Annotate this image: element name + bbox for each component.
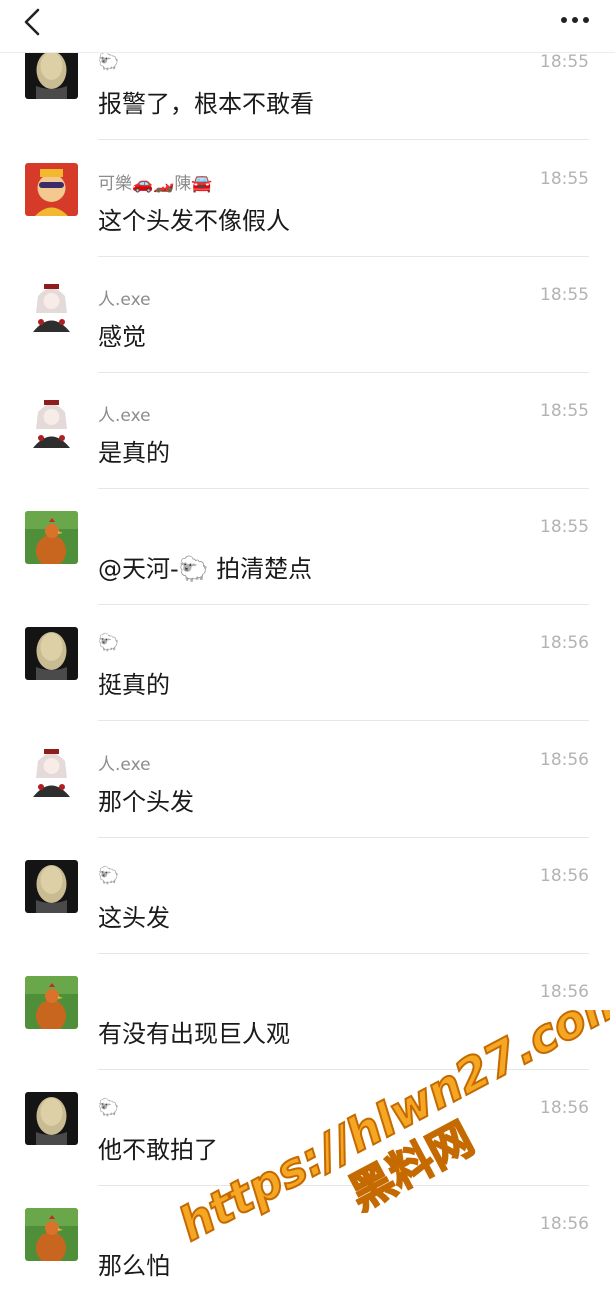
message-time: 18:55 (540, 285, 589, 305)
top-bar (0, 0, 615, 53)
wig-avatar[interactable] (25, 46, 78, 99)
message-time: 18:55 (540, 169, 589, 189)
message-text[interactable]: 那个头发 (98, 782, 194, 817)
message-time: 18:56 (540, 982, 589, 1002)
back-button[interactable] (14, 4, 50, 40)
anime-girl-avatar[interactable] (25, 279, 78, 332)
sender-name: 可樂🚗🏎️陳🚘 (98, 174, 213, 194)
message-text[interactable]: 这头发 (98, 898, 170, 933)
message-text[interactable]: 挺真的 (98, 665, 170, 700)
sender-name: 🐑 (98, 52, 120, 72)
message-row[interactable]: 18:56 那么怕 (0, 1186, 615, 1302)
sender-name: 人.exe (98, 290, 151, 310)
sender-name: 🐑 (98, 866, 120, 886)
message-time: 18:56 (540, 1214, 589, 1234)
wig-avatar[interactable] (25, 627, 78, 680)
chicken-avatar[interactable] (25, 976, 78, 1029)
message-row[interactable]: 🐑 18:56 这头发 (0, 838, 615, 954)
message-text[interactable]: 有没有出现巨人观 (98, 1014, 290, 1049)
message-text[interactable]: 是真的 (98, 433, 170, 468)
divider (98, 139, 589, 140)
message-row[interactable]: 人.exe 18:55 是真的 (0, 373, 615, 489)
message-list: 🐑 18:55 报警了，根本不敢看 可樂🚗🏎️陳🚘 18:55 这个头发不像假人… (0, 0, 615, 1280)
sender-name: 人.exe (98, 406, 151, 426)
anime-girl-avatar[interactable] (25, 395, 78, 448)
message-row[interactable]: 人.exe 18:56 那个头发 (0, 722, 615, 838)
message-time: 18:55 (540, 517, 589, 537)
message-row[interactable]: 🐑 18:56 他不敢拍了 (0, 1070, 615, 1186)
message-time: 18:56 (540, 866, 589, 886)
message-row[interactable]: 18:55 @天河-🐑 拍清楚点 (0, 489, 615, 605)
message-text[interactable]: 报警了，根本不敢看 (98, 84, 314, 119)
more-options-button[interactable] (557, 6, 593, 34)
message-text[interactable]: 这个头发不像假人 (98, 201, 290, 236)
message-text[interactable]: @天河-🐑 拍清楚点 (98, 549, 312, 584)
cartoon-red-avatar[interactable] (25, 163, 78, 216)
message-time: 18:56 (540, 633, 589, 653)
message-time: 18:56 (540, 1098, 589, 1118)
sender-name: 🐑 (98, 633, 120, 653)
sender-name: 人.exe (98, 755, 151, 775)
wig-avatar[interactable] (25, 860, 78, 913)
divider (98, 720, 589, 721)
message-text[interactable]: 那么怕 (98, 1246, 170, 1281)
chicken-avatar[interactable] (25, 1208, 78, 1261)
message-row[interactable]: 可樂🚗🏎️陳🚘 18:55 这个头发不像假人 (0, 141, 615, 257)
anime-girl-avatar[interactable] (25, 744, 78, 797)
message-time: 18:55 (540, 401, 589, 421)
message-text[interactable]: 感觉 (98, 317, 146, 352)
chevron-left-icon (24, 8, 40, 36)
message-time: 18:56 (540, 750, 589, 770)
message-time: 18:55 (540, 52, 589, 72)
message-row[interactable]: 🐑 18:56 挺真的 (0, 605, 615, 721)
ellipsis-icon (561, 17, 589, 23)
message-row[interactable]: 18:56 有没有出现巨人观 (0, 954, 615, 1070)
wig-avatar[interactable] (25, 1092, 78, 1145)
message-text[interactable]: 他不敢拍了 (98, 1130, 218, 1165)
chicken-avatar[interactable] (25, 511, 78, 564)
message-row[interactable]: 人.exe 18:55 感觉 (0, 257, 615, 373)
sender-name: 🐑 (98, 1098, 120, 1118)
